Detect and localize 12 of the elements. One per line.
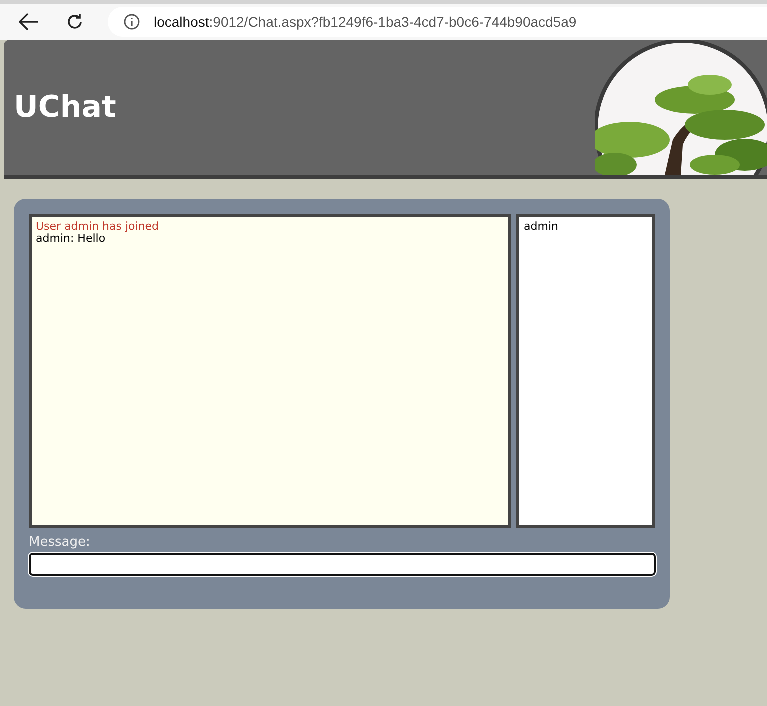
back-arrow-icon [19, 13, 39, 31]
info-icon [124, 14, 140, 30]
system-message: User admin has joined [36, 221, 160, 233]
app-title: UChat [14, 90, 116, 125]
url-path: :9012/Chat.aspx?fb1249f6-1ba3-4cd7-b0c6-744b90acd5a9 [209, 14, 577, 30]
chat-message: admin: Hello [36, 233, 107, 245]
address-bar[interactable]: localhost:9012/Chat.aspx?fb1249f6-1ba3-4cd7-b0c6-744b90acd5a9 [108, 7, 767, 37]
user-name[interactable]: admin [524, 221, 647, 233]
reload-icon [66, 13, 84, 31]
message-input[interactable] [29, 553, 656, 576]
message-label: Message: [29, 535, 92, 551]
url-host: localhost [154, 14, 210, 30]
